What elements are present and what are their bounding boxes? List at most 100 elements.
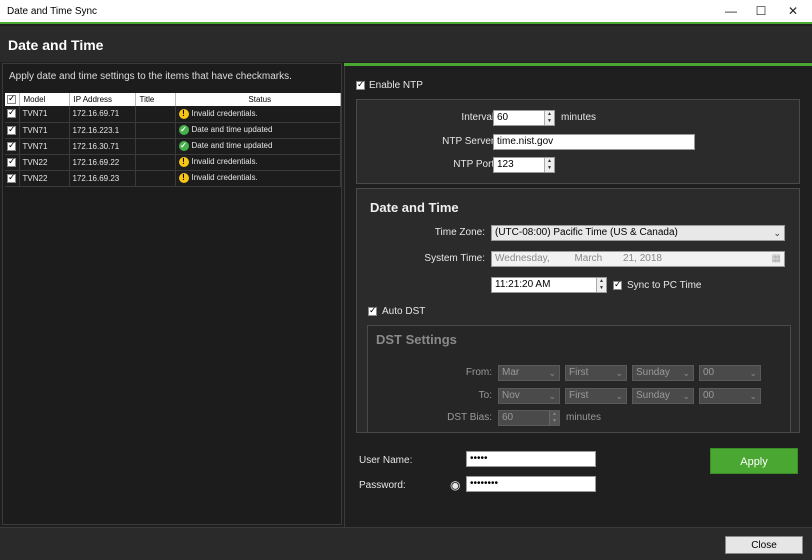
row-checkbox[interactable] [5,154,20,171]
cell-ip: 172.16.223.1 [69,122,136,139]
date-time-group: Date and Time Time Zone: (UTC-08:00) Pac… [356,188,800,433]
timezone-select[interactable]: (UTC-08:00) Pacific Time (US & Canada) ⌄ [491,225,785,241]
system-time-stepper[interactable]: 11:21:20 AM ▲ ▼ [491,277,607,293]
auto-dst-label: Auto DST [382,306,426,317]
cell-title [135,138,176,155]
time-spin-icon[interactable]: ▲ ▼ [596,278,606,292]
dst-from-month-select[interactable]: Mar ⌄ [498,365,560,381]
dst-to-day-select[interactable]: Sunday ⌄ [632,388,694,404]
interval-unit: minutes [561,112,597,123]
enable-ntp-checkbox[interactable] [356,79,365,90]
chevron-down-icon: ⌄ [548,391,556,401]
interval-stepper[interactable]: 60 ▲ ▼ [493,110,555,126]
warning-icon: ! [178,108,189,119]
table-row[interactable]: TVN71 172.16.30.71 ✓Date and time update… [5,138,341,155]
table-row[interactable]: TVN22 172.16.69.22 !Invalid credentials. [5,154,341,171]
cell-ip: 172.16.69.71 [69,106,136,123]
column-header-model[interactable]: Model [19,93,70,106]
dst-to-month-select[interactable]: Nov ⌄ [498,388,560,404]
dst-to-hour-select[interactable]: 00 ⌄ [699,388,761,404]
dst-bias-label: DST Bias: [447,412,492,423]
cell-status: ! Invalid credentials. [175,106,341,123]
chevron-down-icon: ⌄ [682,391,690,401]
table-row[interactable]: TVN71 172.16.223.1 ✓Date and time update… [5,122,341,139]
eye-icon[interactable]: ◉ [450,478,460,492]
date-time-title: Date and Time [370,200,459,215]
dst-settings-title: DST Settings [376,332,457,347]
cell-status: ! Invalid credentials. [175,170,341,187]
cell-model: TVN71 [19,138,70,155]
dst-bias-unit: minutes [566,412,602,423]
chevron-down-icon: ⌄ [749,368,757,378]
ntp-port-label: NTP Port: [453,159,497,170]
select-all-checkbox[interactable] [5,93,20,106]
dst-from-week-select[interactable]: First ⌄ [565,365,627,381]
title-bar: Date and Time Sync — ☐ ✕ [0,0,812,24]
warning-icon: ! [178,157,189,167]
bias-spin-icon[interactable]: ▲ ▼ [549,411,559,425]
dst-from-day-select[interactable]: Sunday ⌄ [632,365,694,381]
close-window-button[interactable]: ✕ [778,0,808,22]
ntp-server-input[interactable]: time.nist.gov [493,134,695,150]
sync-pc-time-checkbox[interactable] [613,279,622,290]
table-row[interactable]: TVN71 172.16.69.71 !Invalid credentials. [5,106,341,123]
cell-title [135,106,176,123]
cell-title [135,122,176,139]
password-label: Password: [359,480,406,491]
page-title: Date and Time [8,37,104,53]
calendar-icon[interactable]: ▦ [772,252,781,266]
row-checkbox[interactable] [5,170,20,187]
chevron-down-icon: ⌄ [615,368,623,378]
port-spin-icon[interactable]: ▲ ▼ [544,158,554,172]
apply-button[interactable]: Apply [710,448,798,474]
instruction-text: Apply date and time settings to the item… [9,71,292,82]
cell-status: ✓ Date and time updated [175,122,341,139]
cell-model: TVN71 [19,122,70,139]
dst-bias-stepper[interactable]: 60 ▲ ▼ [498,410,560,426]
row-checkbox[interactable] [5,106,20,123]
success-icon: ✓ [178,141,189,151]
column-header-title[interactable]: Title [135,93,176,106]
cell-title [135,170,176,187]
interval-label: Interval: [461,112,497,123]
chevron-down-icon: ⌄ [682,368,690,378]
row-checkbox[interactable] [5,138,20,155]
ntp-server-label: NTP Server: [442,136,497,147]
username-label: User Name: [359,455,413,466]
chevron-down-icon: ⌄ [615,391,623,401]
table-row[interactable]: TVN22 172.16.69.23 !Invalid credentials. [5,170,341,187]
column-header-ip[interactable]: IP Address [69,93,136,106]
username-input[interactable]: ••••• [466,451,596,467]
dst-to-week-select[interactable]: First ⌄ [565,388,627,404]
sync-pc-time-label: Sync to PC Time [627,280,702,291]
maximize-button[interactable]: ☐ [746,0,776,22]
cell-status: ✓ Date and time updated [175,138,341,155]
minimize-button[interactable]: — [716,0,746,22]
dst-to-label: To: [478,390,492,401]
cell-ip: 172.16.30.71 [69,138,136,155]
chevron-down-icon: ⌄ [749,391,757,401]
cell-status: ! Invalid credentials. [175,154,341,171]
system-time-label: System Time: [424,253,485,264]
row-checkbox[interactable] [5,122,20,139]
close-button[interactable]: Close [725,536,803,554]
settings-panel: Enable NTP Interval: 60 ▲▼ minutes NTP S… [344,63,812,528]
interval-spin-icon[interactable]: ▲ ▼ [544,111,554,125]
system-date-picker[interactable]: Wednesday, March 21, 2018 ▦ [491,251,785,267]
cell-ip: 172.16.69.23 [69,170,136,187]
footer-bar: Close [0,527,812,560]
ntp-settings-group: Interval: 60 ▲ ▼ minutes NTP Server: time… [356,99,800,184]
dst-from-hour-select[interactable]: 00 ⌄ [699,365,761,381]
cell-model: TVN22 [19,154,70,171]
auto-dst-checkbox[interactable] [368,305,377,316]
chevron-down-icon: ⌄ [548,368,556,378]
warning-icon: ! [178,173,189,183]
enable-ntp-label: Enable NTP [369,80,423,91]
password-input[interactable]: •••••••• [466,476,596,492]
ntp-port-stepper[interactable]: 123 ▲ ▼ [493,157,555,173]
device-list-panel: Apply date and time settings to the item… [2,63,342,525]
column-header-status[interactable]: Status [175,93,341,106]
dst-from-label: From: [465,367,492,378]
cell-model: TVN22 [19,170,70,187]
window-title: Date and Time Sync [7,6,98,17]
